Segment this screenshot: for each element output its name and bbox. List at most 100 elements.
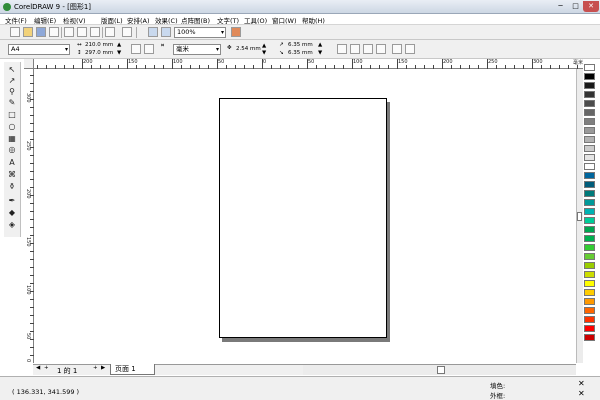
snap-to-grid-icon[interactable] [337, 44, 347, 54]
menu-effects[interactable]: 效果(C) [155, 15, 178, 25]
spiral-tool-icon[interactable]: ◎ [7, 145, 17, 154]
portrait-icon[interactable] [131, 44, 141, 54]
palette-swatch[interactable] [584, 253, 595, 260]
polygon-tool-icon[interactable]: ▦ [7, 134, 17, 143]
palette-swatch[interactable] [584, 208, 595, 215]
pick-tool-icon[interactable]: ↖ [7, 65, 17, 74]
palette-swatch[interactable] [584, 289, 595, 296]
palette-swatch[interactable] [584, 91, 595, 98]
palette-swatch[interactable] [584, 334, 595, 341]
menu-view[interactable]: 检视(V) [63, 15, 86, 25]
redo-icon[interactable] [122, 27, 132, 37]
palette-swatch[interactable] [584, 172, 595, 179]
landscape-icon[interactable] [144, 44, 154, 54]
paste-icon[interactable] [90, 27, 100, 37]
paper-height-field[interactable]: 297.0 mm [85, 50, 113, 56]
save-icon[interactable] [36, 27, 46, 37]
outline-tool-icon[interactable]: ✒ [7, 196, 17, 205]
menu-bitmaps[interactable]: 点阵图(B) [181, 15, 210, 25]
palette-swatch[interactable] [584, 127, 595, 134]
spin-down-icon[interactable]: ▼ [318, 50, 322, 56]
palette-swatch[interactable] [584, 244, 595, 251]
duplicate-y-field[interactable]: 6.35 mm [288, 50, 313, 56]
first-page-icon[interactable]: ◀ [36, 365, 40, 371]
tab-page-1[interactable]: 页面 1 [110, 364, 155, 375]
last-page-icon[interactable]: ▶ [101, 365, 105, 371]
palette-swatch[interactable] [584, 280, 595, 287]
paper-size-select[interactable]: A4 ▾ [8, 44, 70, 55]
palette-swatch[interactable] [584, 199, 595, 206]
snap-to-guidelines-icon[interactable] [350, 44, 360, 54]
undo-icon[interactable] [105, 27, 115, 37]
palette-swatch[interactable] [584, 271, 595, 278]
rectangle-tool-icon[interactable]: □ [7, 110, 17, 119]
shape-tool-icon[interactable]: ↗ [7, 76, 17, 85]
vertical-scroll-thumb[interactable] [577, 212, 582, 221]
menu-edit[interactable]: 编辑(E) [34, 15, 56, 25]
palette-swatch[interactable] [584, 118, 595, 125]
spin-up-icon[interactable]: ▲ [262, 43, 266, 49]
duplicate-x-field[interactable]: 6.35 mm [288, 42, 313, 48]
palette-swatch[interactable] [584, 154, 595, 161]
palette-swatch[interactable] [584, 145, 595, 152]
palette-swatch[interactable] [584, 181, 595, 188]
ellipse-tool-icon[interactable]: ○ [7, 122, 17, 131]
no-fill-icon[interactable]: ✕ [578, 379, 585, 388]
options-icon[interactable] [392, 44, 402, 54]
nudge-offset-field[interactable]: 2.54 mm [236, 46, 261, 52]
palette-swatch[interactable] [584, 82, 595, 89]
paper-width-field[interactable]: 210.0 mm [85, 42, 113, 48]
palette-swatch[interactable] [584, 109, 595, 116]
menu-window[interactable]: 窗口(W) [272, 15, 297, 25]
document-page[interactable] [219, 98, 387, 338]
palette-swatch[interactable] [584, 226, 595, 233]
palette-swatch[interactable] [584, 262, 595, 269]
zoom-level-select[interactable]: 100% ▾ [174, 27, 226, 38]
text-tool-icon[interactable]: A [7, 158, 17, 167]
settings-icon[interactable] [405, 44, 415, 54]
snap-to-objects-icon[interactable] [363, 44, 373, 54]
eyedropper-tool-icon[interactable]: ⚱ [7, 182, 17, 191]
freehand-tool-icon[interactable]: ✎ [7, 98, 17, 107]
zoom-tool-icon[interactable]: ⚲ [7, 87, 17, 96]
print-icon[interactable] [49, 27, 59, 37]
fill-tool-icon[interactable]: ◆ [7, 208, 17, 217]
palette-swatch[interactable] [584, 325, 595, 332]
palette-swatch[interactable] [584, 190, 595, 197]
interactive-blend-tool-icon[interactable]: ⌘ [7, 170, 17, 179]
palette-swatch[interactable] [584, 235, 595, 242]
menu-help[interactable]: 帮助(H) [302, 15, 325, 25]
open-folder-icon[interactable] [23, 27, 33, 37]
palette-swatch[interactable] [584, 298, 595, 305]
add-page-before-icon[interactable]: + [44, 365, 49, 371]
spin-up-icon[interactable]: ▲ [117, 42, 121, 48]
spin-down-icon[interactable]: ▼ [262, 50, 266, 56]
vertical-ruler[interactable]: 300 250 200 150 100 50 0 [24, 69, 34, 363]
new-file-icon[interactable] [10, 27, 20, 37]
add-page-after-icon[interactable]: + [93, 365, 98, 371]
maximize-button[interactable]: □ [569, 1, 582, 12]
application-launcher-icon[interactable] [231, 27, 241, 37]
export-icon[interactable] [161, 27, 171, 37]
interactive-fill-tool-icon[interactable]: ◈ [7, 220, 17, 229]
menu-layout[interactable]: 版面(L) [101, 15, 123, 25]
palette-swatch[interactable] [584, 100, 595, 107]
palette-swatch[interactable] [584, 316, 595, 323]
no-outline-icon[interactable]: ✕ [578, 389, 585, 398]
spin-down-icon[interactable]: ▼ [117, 50, 121, 56]
menu-tools[interactable]: 工具(O) [244, 15, 267, 25]
units-select[interactable]: 毫米 ▾ [173, 44, 221, 55]
ruler-origin[interactable] [24, 59, 34, 69]
cut-icon[interactable] [64, 27, 74, 37]
palette-swatch[interactable] [584, 73, 595, 80]
menu-text[interactable]: 文字(T) [217, 15, 239, 25]
menu-file[interactable]: 文件(F) [5, 15, 27, 25]
horizontal-scroll-thumb[interactable] [437, 366, 445, 374]
palette-swatch[interactable] [584, 163, 595, 170]
dynamic-guides-icon[interactable] [376, 44, 386, 54]
horizontal-ruler[interactable]: 200 150 100 50 0 50 100 150 200 250 300 毫米 [24, 59, 583, 69]
palette-swatch[interactable] [584, 64, 595, 71]
close-button[interactable]: ✕ [583, 1, 599, 12]
menu-arrange[interactable]: 安排(A) [127, 15, 150, 25]
palette-swatch[interactable] [584, 136, 595, 143]
